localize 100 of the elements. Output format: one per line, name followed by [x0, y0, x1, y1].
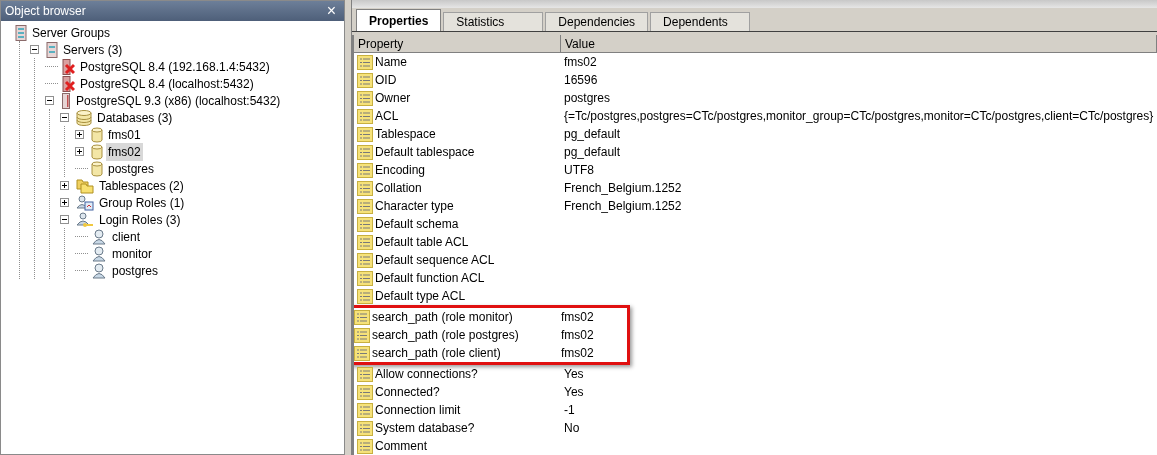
minus-icon	[47, 98, 52, 103]
minus-icon	[62, 217, 67, 222]
database-icon	[91, 143, 103, 160]
property-name: Default schema	[375, 216, 459, 233]
database-icon	[91, 126, 103, 143]
tab[interactable]: Dependents	[650, 12, 751, 31]
list-icon	[357, 180, 373, 196]
property-name: Encoding	[375, 162, 426, 179]
minus-icon	[62, 115, 67, 120]
list-icon	[357, 216, 373, 232]
property-name: Default table ACL	[375, 234, 469, 251]
property-value: fms02	[560, 345, 594, 362]
tree-item[interactable]: fms02	[106, 142, 143, 161]
tree-item[interactable]: PostgreSQL 8.4 (192.168.1.4:5432)	[78, 57, 272, 76]
property-name: Comment	[375, 438, 427, 455]
expand-toggle[interactable]	[60, 181, 69, 190]
column-header[interactable]: Property	[354, 35, 561, 52]
property-name: OID	[375, 72, 397, 89]
list-icon	[357, 198, 373, 214]
property-value: {=Tc/postgres,postgres=CTc/postgres,monitor_group=CTc/postgres,monitor=CTc/postgres,client=CTc/postgres}	[563, 108, 1154, 125]
tree-item[interactable]: Group Roles (1)	[97, 193, 187, 212]
property-name: Connection limit	[375, 402, 461, 419]
tree-item[interactable]: Servers (3)	[61, 40, 125, 59]
tab[interactable]: Dependencies	[545, 12, 649, 31]
collapse-toggle[interactable]	[60, 215, 69, 224]
tree-item[interactable]: fms01	[106, 125, 143, 144]
property-value: Yes	[563, 366, 584, 383]
property-value: 16596	[563, 72, 598, 89]
server-stack-icon	[15, 24, 27, 41]
property-value: -1	[563, 402, 575, 419]
tree-item[interactable]: Server Groups	[30, 23, 113, 42]
list-icon	[357, 108, 373, 124]
tab[interactable]: Properties	[356, 9, 442, 31]
list-icon	[357, 72, 373, 88]
plus-icon	[62, 183, 67, 188]
list-icon	[357, 366, 373, 382]
server-icon	[61, 92, 71, 109]
tree-item[interactable]: Tablespaces (2)	[97, 176, 186, 195]
property-value: fms02	[560, 327, 594, 344]
tree-item[interactable]: PostgreSQL 8.4 (localhost:5432)	[78, 74, 256, 93]
list-icon	[357, 288, 373, 304]
plus-icon	[77, 132, 82, 137]
tree-item[interactable]: Databases (3)	[95, 108, 175, 127]
property-value: postgres	[563, 90, 611, 107]
property-name: Default function ACL	[375, 270, 485, 287]
property-value: pg_default	[563, 144, 621, 161]
tree-item[interactable]: postgres	[110, 261, 161, 280]
property-value: French_Belgium.1252	[563, 198, 682, 215]
collapse-toggle[interactable]	[60, 113, 69, 122]
close-button[interactable]: ×	[322, 3, 340, 19]
property-name: Collation	[375, 180, 422, 197]
list-icon	[357, 162, 373, 178]
tab[interactable]: Statistics	[443, 12, 544, 31]
property-name: search_path (role client)	[372, 345, 501, 362]
server-error-icon	[61, 58, 75, 75]
expand-toggle[interactable]	[75, 130, 84, 139]
list-icon	[357, 54, 373, 70]
property-value: UTF8	[563, 162, 594, 179]
column-header[interactable]: Value	[561, 35, 1157, 52]
property-name: search_path (role postgres)	[372, 327, 519, 344]
user-group-icon	[76, 194, 94, 211]
list-icon	[357, 270, 373, 286]
database-stack-icon	[76, 109, 92, 126]
list-icon	[357, 90, 373, 106]
list-icon	[357, 126, 373, 142]
tree-item[interactable]: PostgreSQL 9.3 (x86) (localhost:5432)	[74, 91, 283, 110]
property-value: pg_default	[563, 126, 621, 143]
tree-item[interactable]: postgres	[106, 159, 157, 178]
property-name: Default tablespace	[375, 144, 475, 161]
server-error-icon	[61, 75, 75, 92]
plus-icon	[62, 200, 67, 205]
property-name: Owner	[375, 90, 411, 107]
list-icon	[357, 252, 373, 268]
tree-item[interactable]: client	[110, 227, 142, 246]
list-icon	[357, 420, 373, 436]
collapse-toggle[interactable]	[45, 96, 54, 105]
panel-title: Object browser	[5, 3, 86, 20]
minus-icon	[32, 47, 37, 52]
property-name: Default sequence ACL	[375, 252, 495, 269]
list-icon	[357, 234, 373, 250]
list-icon	[357, 402, 373, 418]
user-icon	[91, 228, 107, 245]
collapse-toggle[interactable]	[30, 45, 39, 54]
property-name: Character type	[375, 198, 454, 215]
property-name: Name	[375, 54, 407, 71]
tree-item[interactable]: Login Roles (3)	[97, 210, 183, 229]
expand-toggle[interactable]	[60, 198, 69, 207]
property-value: Yes	[563, 384, 584, 401]
property-name: ACL	[375, 108, 399, 125]
property-value: French_Belgium.1252	[563, 180, 682, 197]
user-icon	[91, 245, 107, 262]
property-value: fms02	[560, 309, 594, 326]
property-name: search_path (role monitor)	[372, 309, 513, 326]
database-icon	[91, 160, 103, 177]
expand-toggle[interactable]	[75, 147, 84, 156]
property-name: Connected?	[375, 384, 440, 401]
user-key-icon	[76, 211, 94, 228]
list-icon	[357, 384, 373, 400]
plus-icon	[77, 149, 82, 154]
tree-item[interactable]: monitor	[110, 244, 154, 263]
